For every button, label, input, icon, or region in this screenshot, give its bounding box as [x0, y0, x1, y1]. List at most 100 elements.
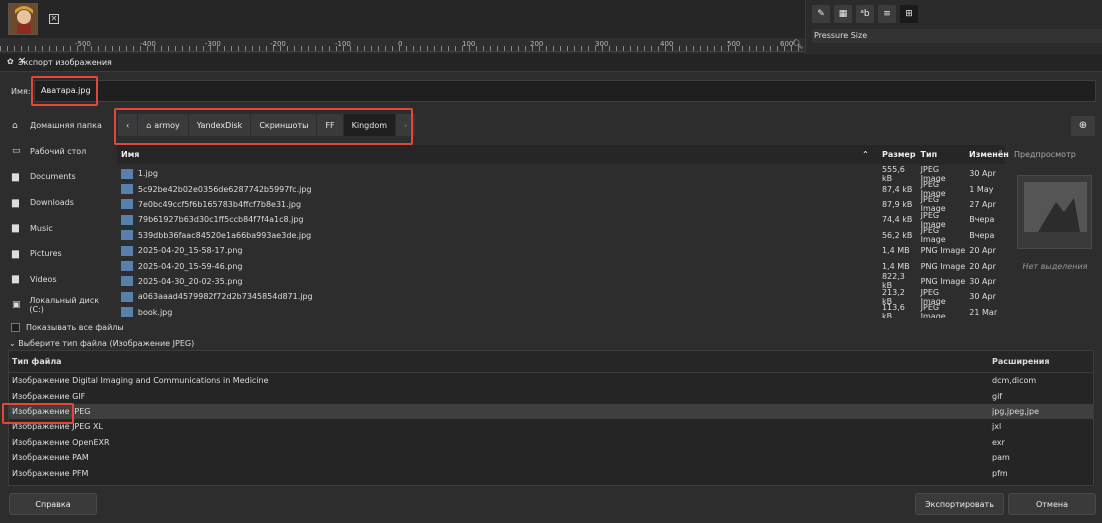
- file-row[interactable]: 539dbb36faac84520e1a66ba993ae3de.jpg 56,2…: [117, 226, 1005, 245]
- file-row[interactable]: 2025-04-30_20-02-35.png 822,3 kB PNG Image…: [117, 272, 1005, 290]
- file-type: PNG Image: [920, 261, 966, 271]
- preview-title: Предпросмотр: [1014, 150, 1076, 159]
- filetype-row[interactable]: Изображение OpenEXR exr: [9, 435, 1093, 450]
- filetype-row[interactable]: Изображение GIF gif: [9, 388, 1093, 403]
- brush-icon[interactable]: ✎: [812, 5, 830, 23]
- ruler-tick: 100: [462, 40, 476, 48]
- preview-empty-text: Нет выделения: [1022, 262, 1088, 271]
- filetype-row[interactable]: Изображение Digital Imaging and Communic…: [9, 373, 1093, 388]
- export-button[interactable]: Экспортировать: [915, 493, 1004, 515]
- file-name: 2025-04-20_15-58-17.png: [137, 246, 243, 256]
- file-thumbnail-icon: [121, 245, 133, 256]
- chevron-down-icon: ⌄: [9, 339, 16, 348]
- close-dialog-icon[interactable]: ✕: [18, 56, 1093, 67]
- filetype-table-header: Тип файла Расширения: [9, 351, 1093, 373]
- filetype-expander[interactable]: ⌄ Выберите тип файла (Изображение JPEG): [9, 339, 194, 348]
- file-thumbnail-icon: [121, 168, 133, 179]
- dynamics-pressure-size[interactable]: Pressure Size: [812, 29, 1102, 43]
- filename-field[interactable]: [34, 80, 1096, 102]
- dialog-titlebar: ✿ Экспорт изображения ✕: [0, 54, 1102, 72]
- horizontal-ruler: -500 -400 -300 -200 -100 0 100 200 300 4…: [0, 38, 805, 52]
- file-row[interactable]: 2025-04-20_15-58-17.png 1,4 MB PNG Image 20…: [117, 243, 1005, 258]
- file-name: 1.jpg: [137, 169, 158, 179]
- layers-icon[interactable]: ≡: [878, 5, 896, 23]
- filetype-row[interactable]: Изображение PAM pam: [9, 450, 1093, 465]
- place-home[interactable]: ⌂ Домашняя папка: [4, 113, 112, 139]
- file-row[interactable]: 79b61927b63d30c1ff5ccb84f7f4a1c8.jpg 74,4…: [117, 211, 1005, 229]
- drive-icon: ▣: [12, 299, 21, 310]
- file-size: 555,6 kB: [881, 166, 905, 183]
- ruler-tick: -100: [335, 40, 351, 48]
- file-row[interactable]: 2025-04-20_15-59-46.png 1,4 MB PNG Image 20…: [117, 258, 1005, 273]
- place-documents[interactable]: ▆ Documents: [4, 164, 112, 190]
- folder-icon: ▆: [12, 197, 19, 208]
- place-pictures[interactable]: ▆ Pictures: [4, 241, 112, 267]
- place-videos[interactable]: ▆ Videos: [4, 267, 112, 293]
- file-row[interactable]: 7e0bc49ccf5f6b165783b4ffcf7b8e31.jpg 87,9…: [117, 195, 1005, 213]
- file-name: 2025-04-20_15-59-46.png: [137, 261, 243, 271]
- file-modified: 30 Apr: [969, 292, 996, 302]
- filetype-name: Изображение PFM: [12, 468, 89, 478]
- tool-options-icon[interactable]: ⊞: [900, 5, 918, 23]
- close-image-icon[interactable]: ✕: [49, 14, 59, 24]
- font-icon[interactable]: ᵃb: [856, 5, 874, 23]
- filetype-row[interactable]: Изображение JPEG jpg,jpeg,jpe: [9, 403, 1093, 420]
- filetype-extensions: jpg,jpeg,jpe: [992, 406, 1039, 416]
- file-type: JPEG Image: [920, 226, 946, 245]
- filetype-row[interactable]: Изображение PFM pfm: [9, 465, 1093, 480]
- file-thumbnail-icon: [121, 276, 133, 287]
- ruler-tick: 200: [530, 40, 544, 48]
- filetype-name: Изображение Digital Imaging and Communic…: [12, 376, 269, 386]
- file-row[interactable]: 5c92be42b02e0356de6287742b5997fc.jpg 87,4…: [117, 180, 1005, 198]
- sort-ascending-icon[interactable]: ⌃: [858, 145, 878, 164]
- filetype-extensions: jxl: [992, 422, 1002, 432]
- ruler-tick: -200: [270, 40, 286, 48]
- zoom-search-icon[interactable]: 🔍︎: [792, 40, 803, 50]
- file-modified: Вчера: [969, 230, 995, 240]
- place-desktop[interactable]: ▭ Рабочий стол: [4, 139, 112, 165]
- help-button[interactable]: Справка: [9, 493, 97, 515]
- column-type[interactable]: Тип: [917, 145, 965, 164]
- filetype-name: Изображение JPEG XL: [12, 422, 103, 432]
- pattern-icon[interactable]: ▦: [834, 5, 852, 23]
- file-modified: 20 Apr: [969, 261, 996, 271]
- file-row[interactable]: a063aaad4579982f72d2b7345854d871.jpg 213,…: [117, 288, 1005, 306]
- highlight-annotation: [31, 76, 98, 106]
- show-all-files[interactable]: Показывать все файлы: [11, 323, 124, 332]
- home-icon: ⌂: [12, 120, 18, 131]
- file-name: book.jpg: [137, 307, 173, 317]
- highlight-annotation: [114, 108, 413, 145]
- file-modified: 30 Apr: [969, 169, 996, 179]
- folder-icon: ▆: [12, 274, 19, 285]
- file-modified: 30 Apr: [969, 276, 996, 286]
- image-tab-bar: [0, 0, 805, 38]
- folder-icon: ▆: [12, 248, 19, 259]
- cancel-button[interactable]: Отмена: [1008, 493, 1096, 515]
- file-size: 56,2 kB: [881, 230, 913, 240]
- create-folder-button[interactable]: ⊕: [1071, 116, 1095, 136]
- preview-placeholder-icon: [1017, 175, 1092, 249]
- place-downloads[interactable]: ▆ Downloads: [4, 190, 112, 216]
- file-size: 87,4 kB: [881, 184, 913, 194]
- filetype-name: Изображение OpenEXR: [12, 437, 110, 447]
- filetype-name: Изображение GIF: [12, 391, 86, 401]
- image-thumbnail[interactable]: [8, 3, 38, 35]
- column-filetype[interactable]: Тип файла: [9, 351, 989, 372]
- column-modified[interactable]: Изменён: [965, 145, 1009, 164]
- file-name: 539dbb36faac84520e1a66ba993ae3de.jpg: [137, 230, 312, 240]
- file-modified: 27 Apr: [969, 199, 996, 209]
- file-modified: 20 Apr: [969, 246, 996, 256]
- filetype-name: Изображение PAM: [12, 453, 89, 463]
- place-music[interactable]: ▆ Music: [4, 215, 112, 241]
- file-row[interactable]: book.jpg 113,6 kB JPEG Image 21 Mar: [117, 303, 1005, 318]
- file-size: 113,6 kB: [881, 303, 905, 318]
- file-modified: Вчера: [969, 215, 995, 225]
- filetype-table: Тип файла Расширения Изображение Digital…: [8, 350, 1094, 486]
- place-drive-c[interactable]: ▣ Локальный диск (C:): [4, 292, 112, 318]
- file-row[interactable]: 1.jpg 555,6 kB JPEG Image 30 Apr: [117, 166, 1005, 183]
- show-all-checkbox[interactable]: [11, 323, 20, 332]
- column-extensions[interactable]: Расширения: [989, 351, 1050, 372]
- column-name[interactable]: Имя: [117, 145, 858, 164]
- column-size[interactable]: Размер: [878, 145, 917, 164]
- filetype-row[interactable]: Изображение JPEG XL jxl: [9, 419, 1093, 434]
